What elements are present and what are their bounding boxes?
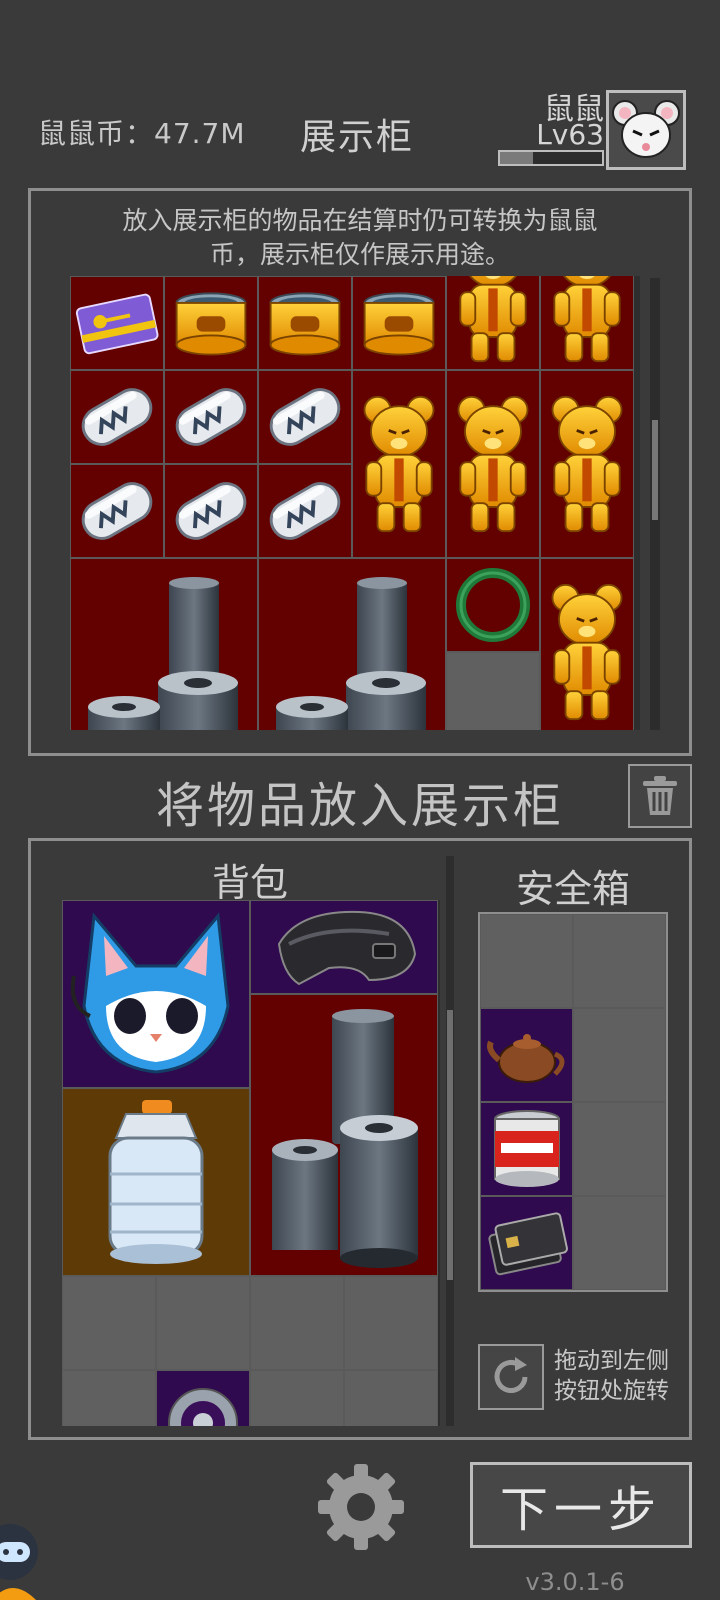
put-in-showcase-label: 将物品放入展示柜: [155, 778, 564, 834]
gold-tin-icon: [356, 280, 442, 366]
next-step-button[interactable]: 下一步: [470, 1462, 692, 1548]
showcase-slot[interactable]: [258, 370, 352, 464]
backpack-empty-slot[interactable]: [344, 1370, 438, 1426]
white-mouse-avatar-icon: [612, 100, 680, 158]
assistant-bubble[interactable]: [0, 1524, 42, 1600]
dark-roller-stack-icon: [254, 1000, 434, 1270]
backpack-empty-slot[interactable]: [344, 1276, 438, 1370]
settings-button[interactable]: [316, 1462, 406, 1552]
coin-balance: 鼠鼠币：47.7M: [38, 117, 246, 150]
gold-tin-icon: [262, 280, 348, 366]
showcase-slot[interactable]: [352, 370, 446, 558]
showcase-slot[interactable]: [70, 370, 164, 464]
backpack-slot[interactable]: [250, 994, 438, 1276]
showcase-slot[interactable]: [446, 370, 540, 558]
showcase-empty-slot[interactable]: [446, 652, 540, 730]
showcase-slot[interactable]: [446, 558, 540, 652]
showcase-slot[interactable]: [70, 558, 258, 730]
backpack-slot[interactable]: [62, 900, 250, 1088]
backpack-empty-slot[interactable]: [62, 1370, 156, 1426]
black-cards-icon: [487, 1212, 568, 1276]
rotate-icon: [494, 1357, 528, 1393]
backpack-empty-slot[interactable]: [250, 1370, 344, 1426]
backpack-slot[interactable]: [156, 1370, 250, 1426]
gold-bear-figure-icon: [545, 276, 629, 369]
trash-button[interactable]: [628, 764, 692, 828]
showcase-slot[interactable]: [164, 464, 258, 558]
showcase-slot[interactable]: [164, 370, 258, 464]
showcase-slot[interactable]: [352, 276, 446, 370]
showcase-scroll-thumb[interactable]: [652, 420, 658, 520]
backpack-grid[interactable]: [62, 900, 440, 1426]
showcase-slot[interactable]: [540, 370, 634, 558]
gold-tin-icon: [168, 280, 254, 366]
showcase-slot[interactable]: [446, 276, 540, 370]
glass-capsule-icon: [261, 373, 349, 461]
glass-capsule-icon: [73, 467, 161, 555]
purple-keycard-icon: [74, 280, 160, 366]
showcase-slot[interactable]: [258, 464, 352, 558]
gold-bear-figure-icon: [451, 276, 535, 369]
glass-capsule-icon: [167, 373, 255, 461]
blue-cat-mask-icon: [70, 912, 230, 1074]
teapot-icon: [486, 1034, 564, 1083]
gear-icon: [318, 1464, 404, 1550]
showcase-notice: 放入展示柜的物品在结算时仍可转换为鼠鼠 币，展示柜仅作展示用途。: [60, 204, 660, 272]
showcase-slot[interactable]: [70, 464, 164, 558]
safe-empty-slot[interactable]: [573, 1102, 666, 1196]
safe-box-title: 安全箱: [515, 867, 630, 911]
backpack-empty-slot[interactable]: [62, 1276, 156, 1370]
dark-roller-stack-icon: [74, 575, 254, 730]
safe-empty-slot[interactable]: [573, 1008, 666, 1102]
notice-line-2: 币，展示柜仅作展示用途。: [209, 240, 510, 269]
safe-empty-slot[interactable]: [573, 1196, 666, 1290]
gold-bear-figure-icon: [357, 384, 441, 544]
player-avatar[interactable]: [606, 90, 686, 170]
version-label: v3.0.1-6: [525, 1568, 625, 1596]
safe-empty-slot[interactable]: [573, 914, 666, 1008]
player-level: Lv63: [536, 118, 604, 151]
xp-bar-fill: [500, 152, 533, 164]
showcase-slot[interactable]: [540, 276, 634, 370]
gear-badge-icon: [168, 1388, 238, 1426]
cryo-container-icon: [108, 1100, 204, 1264]
safe-box-grid[interactable]: [478, 912, 668, 1292]
trash-icon: [643, 776, 677, 815]
backpack-empty-slot[interactable]: [156, 1276, 250, 1370]
safe-empty-slot[interactable]: [480, 914, 573, 1008]
safe-slot[interactable]: [480, 1102, 573, 1196]
rotate-hint-line-2: 按钮处旋转: [554, 1378, 669, 1404]
showcase-slot[interactable]: [70, 276, 164, 370]
notice-line-1: 放入展示柜的物品在结算时仍可转换为鼠鼠: [122, 206, 598, 235]
rotate-hint: 拖动到左侧 按钮处旋转: [554, 1346, 694, 1406]
jade-ring-icon: [456, 568, 530, 642]
page-title: 展示柜: [300, 117, 415, 158]
xp-bar: [498, 150, 604, 166]
glass-capsule-icon: [167, 467, 255, 555]
gold-bear-figure-icon: [545, 572, 629, 730]
backpack-scroll-thumb[interactable]: [447, 1010, 453, 1280]
black-helmet-icon: [277, 910, 417, 986]
backpack-slot[interactable]: [250, 900, 438, 994]
backpack-empty-slot[interactable]: [250, 1276, 344, 1370]
dark-roller-stack-icon: [262, 575, 442, 730]
glass-capsule-icon: [261, 467, 349, 555]
robot-assistant-icon: [0, 1524, 38, 1600]
showcase-grid[interactable]: [70, 276, 640, 730]
gold-bear-figure-icon: [451, 384, 535, 544]
showcase-slot[interactable]: [258, 558, 446, 730]
safe-slot[interactable]: [480, 1196, 573, 1290]
red-can-icon: [493, 1110, 560, 1187]
showcase-slot[interactable]: [540, 558, 634, 730]
safe-slot[interactable]: [480, 1008, 573, 1102]
showcase-slot[interactable]: [164, 276, 258, 370]
backpack-title: 背包: [211, 861, 288, 905]
rotate-button[interactable]: [478, 1344, 544, 1410]
gold-bear-figure-icon: [545, 384, 629, 544]
backpack-slot[interactable]: [62, 1088, 250, 1276]
glass-capsule-icon: [73, 373, 161, 461]
rotate-hint-line-1: 拖动到左侧: [554, 1348, 669, 1374]
showcase-slot[interactable]: [258, 276, 352, 370]
